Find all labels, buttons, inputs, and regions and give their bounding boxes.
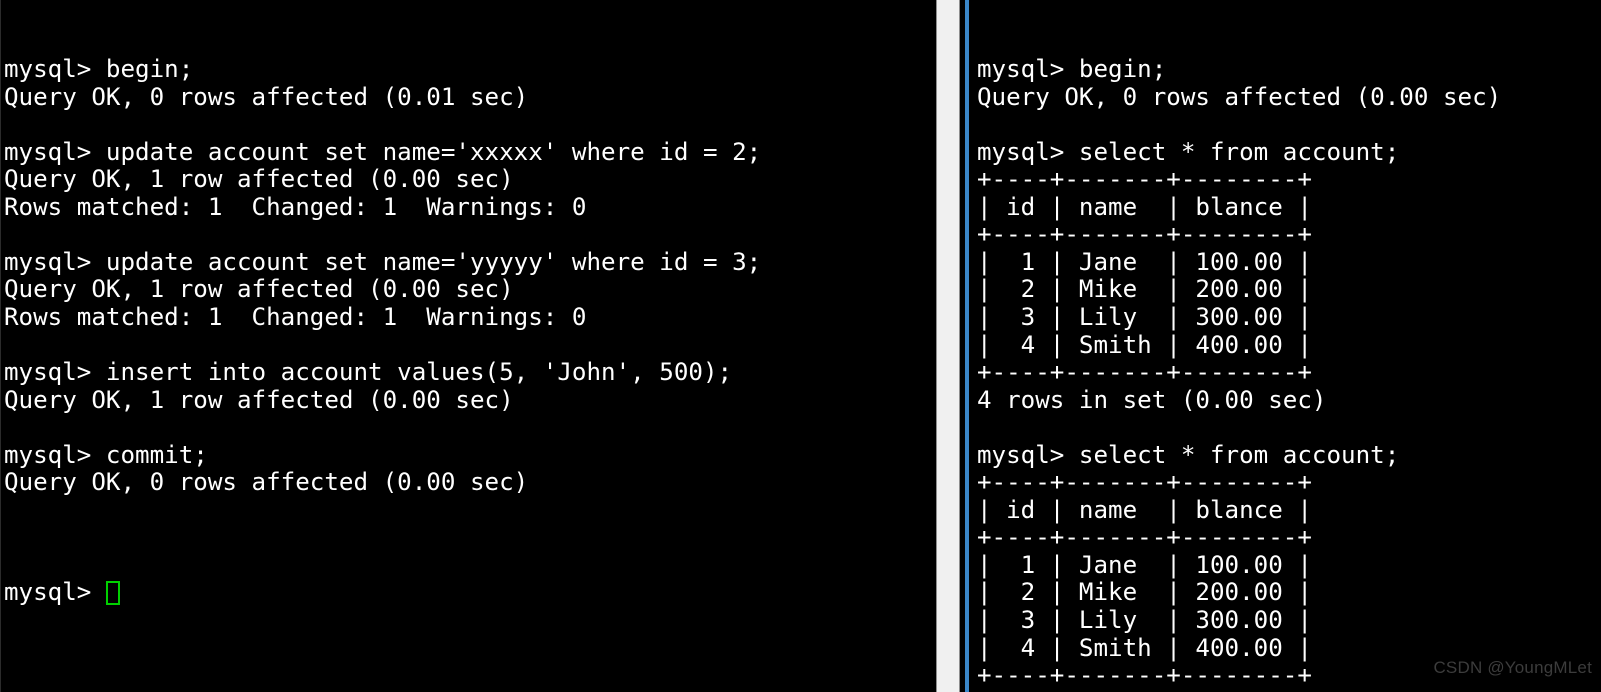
terminal-line: mysql> select * from account; [977,137,1400,166]
right-terminal-pane[interactable]: mysql> begin; Query OK, 0 rows affected (… [969,0,1601,692]
cursor-block-icon [105,581,120,606]
terminal-line: Query OK, 1 row affected (0.00 sec) [4,165,514,194]
terminal-line: | 1 | Jane | 100.00 | [977,247,1312,276]
left-prompt-line: mysql> [4,579,936,607]
terminal-line: Query OK, 1 row affected (0.00 sec) [4,385,514,414]
window-scrollbar-track[interactable] [936,0,960,692]
terminal-line: | 1 | Jane | 100.00 | [977,550,1312,579]
terminal-line: +----+-------+--------+ [977,523,1312,552]
terminal-line: Query OK, 0 rows affected (0.00 sec) [977,82,1502,111]
terminal-line: mysql> update account set name='xxxxx' w… [4,137,762,166]
terminal-line: Rows matched: 1 Changed: 1 Warnings: 0 [4,192,587,221]
right-terminal-output: mysql> begin; Query OK, 0 rows affected (… [977,56,1601,692]
terminal-line: | 3 | Lily | 300.00 | [977,606,1312,635]
text-cursor[interactable] [105,579,120,607]
terminal-line: | id | name | blance | [977,192,1312,221]
prompt-text: mysql> [4,578,106,607]
terminal-screen: mysql> begin; Query OK, 0 rows affected (… [0,0,1601,692]
left-terminal-pane[interactable]: mysql> begin; Query OK, 0 rows affected (… [0,0,936,692]
terminal-line: +----+-------+--------+ [977,358,1312,387]
terminal-line: Query OK, 0 rows affected (0.01 sec) [4,82,529,111]
terminal-line: | 2 | Mike | 200.00 | [977,578,1312,607]
terminal-line: mysql> commit; [4,440,208,469]
terminal-line: Rows matched: 1 Changed: 1 Warnings: 0 [4,303,587,332]
left-terminal-output: mysql> begin; Query OK, 0 rows affected (… [4,56,936,524]
terminal-line: mysql> begin; [977,55,1167,84]
terminal-line: +----+-------+--------+ [977,220,1312,249]
terminal-line: +----+-------+--------+ [977,468,1312,497]
terminal-line: mysql> insert into account values(5, 'Jo… [4,358,733,387]
terminal-line: | 4 | Smith | 400.00 | [977,330,1312,359]
terminal-line: mysql> update account set name='yyyyy' w… [4,247,762,276]
terminal-line: Query OK, 1 row affected (0.00 sec) [4,275,514,304]
terminal-line: | 3 | Lily | 300.00 | [977,303,1312,332]
terminal-line: | 4 | Smith | 400.00 | [977,633,1312,662]
terminal-line: +----+-------+--------+ [977,661,1312,690]
terminal-line: mysql> begin; [4,55,194,84]
terminal-line: mysql> select * from account; [977,440,1400,469]
terminal-line: Query OK, 0 rows affected (0.00 sec) [4,468,529,497]
terminal-line: +----+-------+--------+ [977,165,1312,194]
terminal-line: | 2 | Mike | 200.00 | [977,275,1312,304]
terminal-line: 4 rows in set (0.00 sec) [977,385,1327,414]
terminal-line: | id | name | blance | [977,495,1312,524]
